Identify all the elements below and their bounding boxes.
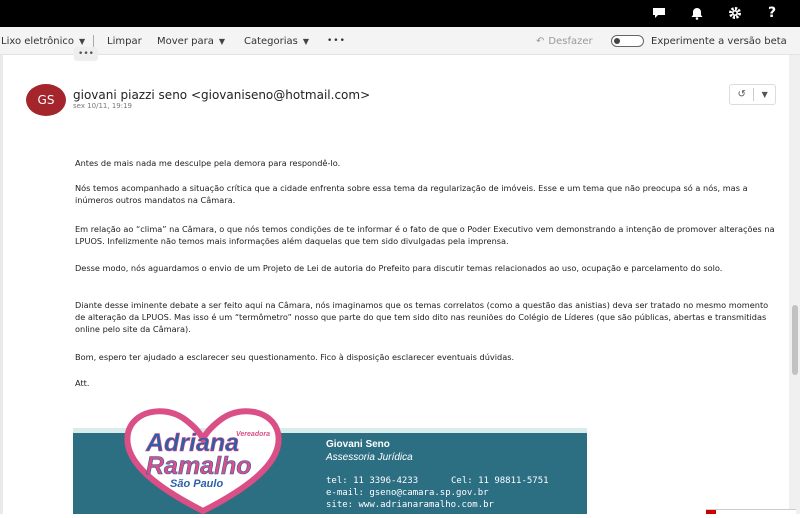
bell-icon[interactable] xyxy=(682,2,712,24)
body-paragraph: Att. xyxy=(75,378,90,388)
beta-toggle[interactable] xyxy=(611,35,644,47)
logo-line2: Ramalho xyxy=(146,452,252,480)
more-actions-label: ••• xyxy=(327,36,346,46)
reply-all-icon[interactable]: ↺ xyxy=(730,89,753,100)
show-trimmed-content-button[interactable]: ••• xyxy=(74,47,98,61)
logo-top-text: Vereadora xyxy=(236,431,270,438)
bottom-right-widget xyxy=(706,509,796,514)
command-toolbar: Lixo eletrônico ▼ Limpar Mover para ▼ Ca… xyxy=(0,27,800,55)
beta-label: Experimente a versão beta xyxy=(651,35,787,47)
junk-label: Lixo eletrônico xyxy=(1,35,75,47)
chevron-down-icon: ▼ xyxy=(79,36,86,46)
sender-name[interactable]: giovani piazzi seno <giovaniseno@hotmail… xyxy=(73,88,370,102)
signature-cel: Cel: 11 98811-5751 xyxy=(451,476,549,486)
email-signature: Vereadora Adriana Ramalho São Paulo Giov… xyxy=(73,403,587,515)
move-to-label: Mover para xyxy=(157,35,214,47)
clean-label: Limpar xyxy=(107,35,142,47)
reply-actions: ↺ ▼ xyxy=(729,84,776,105)
signature-email[interactable]: e-mail: gseno@camara.sp.gov.br xyxy=(326,488,489,498)
chevron-down-icon[interactable]: ▼ xyxy=(754,90,775,99)
body-paragraph: Antes de mais nada me desculpe pela demo… xyxy=(75,158,341,168)
body-paragraph: Diante desse iminente debate a ser feito… xyxy=(75,300,769,334)
undo-icon: ↶ xyxy=(536,35,545,47)
categories-label: Categorias xyxy=(244,35,298,47)
junk-button[interactable]: Lixo eletrônico ▼ xyxy=(1,27,85,55)
scrollbar-track[interactable] xyxy=(789,55,800,514)
signature-name: Giovani Seno xyxy=(326,439,390,450)
help-icon[interactable]: ? xyxy=(757,2,787,24)
message-date: sex 10/11, 19:19 xyxy=(73,102,132,110)
move-to-button[interactable]: Mover para ▼ xyxy=(157,27,225,55)
body-paragraph: Bom, espero ter ajudado a esclarecer seu… xyxy=(75,352,515,362)
app-top-bar: ? xyxy=(0,0,800,27)
gear-icon[interactable] xyxy=(720,2,750,24)
chevron-down-icon: ▼ xyxy=(302,36,310,46)
toggle-knob xyxy=(614,38,620,44)
signature-role: Assessoria Jurídica xyxy=(326,452,413,463)
logo-line3: São Paulo xyxy=(170,478,223,490)
chevron-down-icon: ▼ xyxy=(218,36,225,46)
signature-site[interactable]: site: www.adrianaramalho.com.br xyxy=(326,500,494,510)
signature-tel: tel: 11 3396-4233 xyxy=(326,476,419,486)
clean-button[interactable]: Limpar xyxy=(107,27,142,55)
body-paragraph: Nós temos acompanhado a situação crítica… xyxy=(75,183,748,205)
body-paragraph: Em relação ao “clima” na Câmara, o que n… xyxy=(75,224,775,246)
adriana-ramalho-logo: Vereadora Adriana Ramalho São Paulo xyxy=(118,403,288,515)
avatar: GS xyxy=(26,84,66,116)
undo-label: Desfazer xyxy=(548,35,593,47)
undo-button[interactable]: ↶ Desfazer xyxy=(536,27,593,55)
red-indicator xyxy=(706,510,716,514)
scrollbar-thumb[interactable] xyxy=(792,305,798,375)
left-pane-edge xyxy=(0,55,3,514)
toolbar-divider xyxy=(93,35,94,47)
body-paragraph: Desse modo, nós aguardamos o envio de um… xyxy=(75,263,723,273)
more-actions-button[interactable]: ••• xyxy=(327,27,346,55)
chat-icon[interactable] xyxy=(644,2,674,24)
categories-button[interactable]: Categorias ▼ xyxy=(244,27,309,55)
